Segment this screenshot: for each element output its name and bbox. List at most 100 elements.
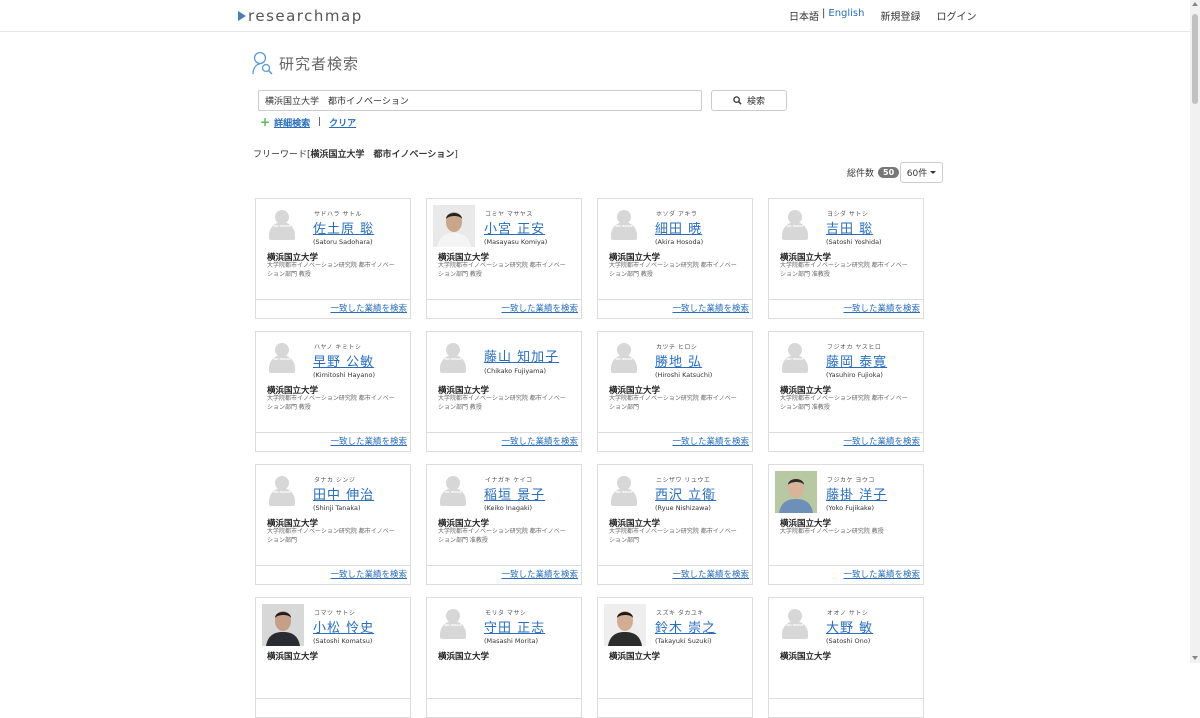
- clear-link[interactable]: クリア: [329, 116, 356, 129]
- researcher-name-link[interactable]: 守田 正志: [484, 617, 545, 636]
- search-achievements-link[interactable]: 一致した業績を検索: [501, 437, 578, 447]
- researcher-name-link[interactable]: 佐土原 聡: [313, 218, 374, 237]
- no-image-avatar-icon: NO IMAGE: [606, 474, 642, 510]
- researcher-card: NO IMAGE 藤山 知加子 (Chikako Fujiyama) 横浜国立大学 大学…: [426, 331, 582, 452]
- researcher-card: NO IMAGE フジオカ ヤスヒロ 藤岡 泰寛 (Yasuhiro Fujioka)…: [768, 331, 924, 452]
- department: 大学院都市イノベーション研究院 都市イノベーション部門 准教授: [438, 528, 566, 544]
- researcher-name-link[interactable]: 稲垣 景子: [484, 484, 545, 503]
- card-footer: [256, 698, 410, 717]
- researcher-card: NO IMAGE カツチ ヒロシ 勝地 弘 (Hiroshi Katsuchi) 横浜国…: [597, 331, 753, 452]
- per-page-dropdown[interactable]: 60件: [900, 162, 943, 183]
- freeword-summary: フリーワード[横浜国立大学 都市イノベーション]: [253, 147, 458, 160]
- no-image-avatar-icon: NO IMAGE: [435, 474, 471, 510]
- search-achievements-link[interactable]: 一致した業績を検索: [330, 304, 407, 314]
- search-achievements-link[interactable]: 一致した業績を検索: [501, 570, 578, 580]
- search-achievements-link[interactable]: 一致した業績を検索: [330, 437, 407, 447]
- researcher-photo[interactable]: [262, 604, 304, 646]
- name-kana: ホソダ アキラ: [656, 211, 698, 218]
- researcher-name-link[interactable]: 勝地 弘: [655, 351, 702, 370]
- search-achievements-link[interactable]: 一致した業績を検索: [672, 437, 749, 447]
- logo-text: researchmap: [248, 7, 363, 25]
- name-romaji: (Satoshi Yoshida): [826, 238, 882, 246]
- no-image-avatar-icon: NO IMAGE: [606, 341, 642, 377]
- card-footer: 一致した業績を検索: [769, 299, 923, 318]
- no-image-avatar-icon: NO IMAGE: [777, 607, 813, 643]
- search-achievements-link[interactable]: 一致した業績を検索: [501, 304, 578, 314]
- name-kana: オオノ サトシ: [827, 610, 869, 617]
- search-achievements-link[interactable]: 一致した業績を検索: [843, 570, 920, 580]
- researcher-name-link[interactable]: 早野 公敏: [313, 351, 374, 370]
- researcher-card: NO IMAGE イナガキ ケイコ 稲垣 景子 (Keiko Inagaki) 横浜国立…: [426, 464, 582, 585]
- researcher-search-icon: [252, 51, 273, 75]
- options-separator: |: [318, 117, 322, 127]
- name-romaji: (Satoru Sadohara): [313, 238, 373, 246]
- department: 大学院都市イノベーション研究院 都市イノベーション部門 教授: [267, 262, 395, 278]
- lang-ja-link: 日本語: [789, 12, 819, 23]
- scrollbar[interactable]: [1190, 0, 1200, 663]
- search-achievements-link[interactable]: 一致した業績を検索: [843, 304, 920, 314]
- login-link[interactable]: ログイン: [936, 8, 976, 23]
- no-image-avatar-icon: NO IMAGE: [606, 208, 642, 244]
- name-romaji: (Satoshi Ono): [826, 637, 871, 645]
- freeword-suffix: ]: [454, 150, 458, 160]
- search-icon: [733, 96, 742, 105]
- search-achievements-link[interactable]: 一致した業績を検索: [843, 437, 920, 447]
- researcher-photo[interactable]: [604, 604, 646, 646]
- search-button[interactable]: 検索: [711, 90, 787, 111]
- researcher-card: NO IMAGE ホソダ アキラ 細田 暁 (Akira Hosoda) 横浜国立大学大…: [597, 198, 753, 319]
- top-bar: researchmap 日本語 | English 新規登録 ログイン: [0, 0, 1190, 32]
- department: 大学院都市イノベーション研究院 都市イノベーション部門 教授: [609, 262, 737, 278]
- no-image-text: NO IMAGE: [444, 623, 462, 627]
- name-romaji: (Keiko Inagaki): [484, 504, 533, 512]
- no-image-avatar-icon: NO IMAGE: [264, 341, 300, 377]
- card-footer: 一致した業績を検索: [769, 565, 923, 584]
- department: 大学院都市イノベーション研究院 都市イノベーション部門: [609, 395, 737, 411]
- researcher-name-link[interactable]: 大野 敏: [826, 617, 873, 636]
- researcher-name-link[interactable]: 藤掛 洋子: [826, 484, 887, 503]
- freeword-prefix: フリーワード[: [253, 150, 311, 160]
- researcher-name-link[interactable]: 吉田 聡: [826, 218, 873, 237]
- no-image-avatar-icon: NO IMAGE: [435, 341, 471, 377]
- researcher-photo[interactable]: [775, 471, 817, 513]
- researcher-name-link[interactable]: 藤山 知加子: [484, 346, 559, 365]
- card-footer: 一致した業績を検索: [256, 432, 410, 451]
- register-link[interactable]: 新規登録: [880, 8, 920, 23]
- researcher-card: NO IMAGE ハヤノ キミトシ 早野 公敏 (Kimitoshi Hayano) 横…: [255, 331, 411, 452]
- name-kana: イナガキ ケイコ: [485, 477, 533, 484]
- researcher-name-link[interactable]: 西沢 立衛: [655, 484, 716, 503]
- search-achievements-link[interactable]: 一致した業績を検索: [672, 570, 749, 580]
- search-input[interactable]: [258, 90, 702, 111]
- researcher-card: NO IMAGE ニシザワ リュウエ 西沢 立衛 (Ryue Nishizawa) 横浜…: [597, 464, 753, 585]
- researcher-name-link[interactable]: 藤岡 泰寛: [826, 351, 887, 370]
- name-kana: コマツ サトシ: [314, 610, 356, 617]
- department: 大学院都市イノベーション研究院 都市イノベーション部門: [267, 528, 395, 544]
- no-image-text: NO IMAGE: [615, 224, 633, 228]
- researcher-photo[interactable]: [433, 205, 475, 247]
- plus-icon: +: [260, 115, 271, 129]
- page-title-text: 研究者検索: [279, 54, 360, 73]
- advanced-search-link[interactable]: 詳細検索: [274, 116, 310, 129]
- card-footer: 一致した業績を検索: [256, 565, 410, 584]
- researcher-name-link[interactable]: 鈴木 崇之: [655, 617, 716, 636]
- search-achievements-link[interactable]: 一致した業績を検索: [672, 304, 749, 314]
- name-kana: フジカケ ヨウコ: [827, 477, 875, 484]
- name-kana: サドハラ サトル: [314, 211, 362, 218]
- scroll-up-arrow-icon[interactable]: [1192, 2, 1198, 6]
- name-romaji: (Yasuhiro Fujioka): [826, 371, 883, 379]
- department: 大学院都市イノベーション研究院 都市イノベーション部門 教授: [438, 262, 566, 278]
- no-image-text: NO IMAGE: [786, 224, 804, 228]
- researcher-name-link[interactable]: 田中 伸治: [313, 484, 374, 503]
- researcher-name-link[interactable]: 小松 怜史: [313, 617, 374, 636]
- scroll-down-arrow-icon[interactable]: [1192, 656, 1198, 660]
- search-achievements-link[interactable]: 一致した業績を検索: [330, 570, 407, 580]
- institution: 横浜国立大学: [609, 652, 661, 662]
- logo-arrow-icon: [238, 11, 246, 21]
- name-romaji: (Satoshi Komatsu): [313, 637, 373, 645]
- scrollbar-thumb[interactable]: [1192, 14, 1198, 104]
- lang-en-link[interactable]: English: [828, 8, 864, 23]
- researcher-name-link[interactable]: 細田 暁: [655, 218, 702, 237]
- department: 大学院都市イノベーション研究院 都市イノベーション部門 准教授: [780, 395, 908, 411]
- researcher-name-link[interactable]: 小宮 正安: [484, 218, 545, 237]
- researchmap-logo[interactable]: researchmap: [238, 7, 363, 25]
- no-image-text: NO IMAGE: [786, 623, 804, 627]
